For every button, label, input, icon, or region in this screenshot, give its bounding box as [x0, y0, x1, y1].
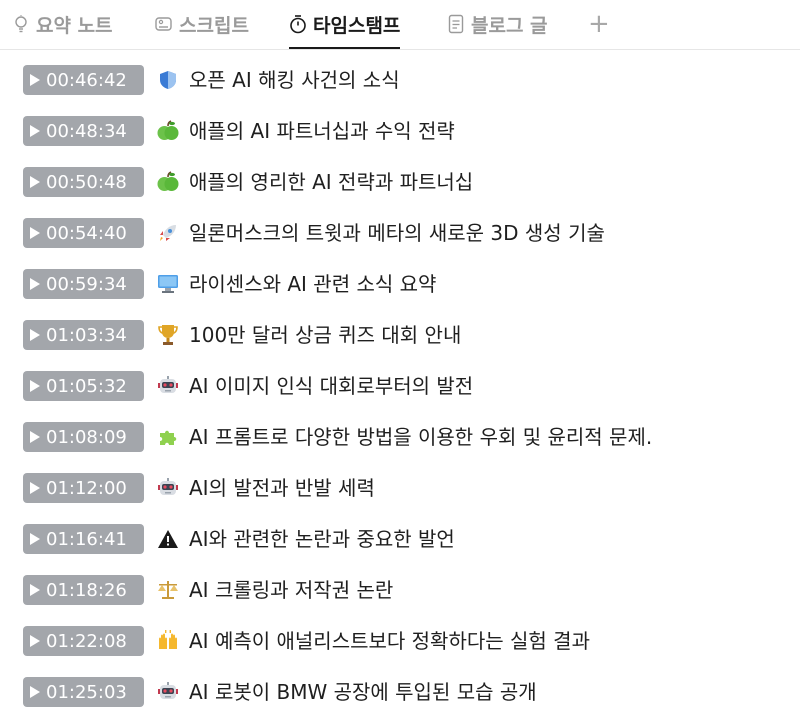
- tab-script[interactable]: 스크립트: [155, 8, 249, 40]
- timestamp-play-button[interactable]: 01:12:00: [23, 473, 144, 503]
- play-icon: [30, 278, 40, 290]
- play-icon: [30, 125, 40, 137]
- play-icon: [30, 380, 40, 392]
- timestamp-row: 01:05:32 AI 이미지 인식 대회로부터의 발전: [0, 368, 800, 404]
- timestamp-play-button[interactable]: 00:50:48: [23, 167, 144, 197]
- timestamp-play-button[interactable]: 00:54:40: [23, 218, 144, 248]
- timestamp-play-button[interactable]: 01:22:08: [23, 626, 144, 656]
- play-icon: [30, 329, 40, 341]
- timestamp-title: AI 예측이 애널리스트보다 정확하다는 실험 결과: [189, 629, 590, 653]
- timestamp-title: AI의 발전과 반발 세력: [189, 476, 375, 500]
- rocket-icon: [156, 221, 180, 245]
- add-tab-button[interactable]: +: [588, 8, 610, 40]
- timestamp-row: 01:03:34 100만 달러 상금 퀴즈 대회 안내: [0, 317, 800, 353]
- play-icon: [30, 74, 40, 86]
- green-apple-icon: [156, 119, 180, 143]
- timestamp-play-button[interactable]: 00:46:42: [23, 65, 144, 95]
- green-apple-icon: [156, 170, 180, 194]
- lightbulb-icon: [12, 14, 30, 34]
- timestamp-play-button[interactable]: 01:05:32: [23, 371, 144, 401]
- play-icon: [30, 227, 40, 239]
- play-icon: [30, 533, 40, 545]
- warning-icon: [156, 527, 180, 551]
- tab-label: 블로그 글: [471, 14, 548, 37]
- timestamp-title: AI와 관련한 논란과 중요한 발언: [189, 527, 455, 551]
- play-icon: [30, 431, 40, 443]
- timestamp-title: 100만 달러 상금 퀴즈 대회 안내: [189, 323, 462, 347]
- timestamp-time: 00:48:34: [46, 120, 127, 142]
- timestamp-title: AI 이미지 인식 대회로부터의 발전: [189, 374, 474, 398]
- timestamp-row: 00:54:40 일론머스크의 트윗과 메타의 새로운 3D 생성 기술: [0, 215, 800, 251]
- timestamp-title: AI 로봇이 BMW 공장에 투입된 모습 공개: [189, 680, 537, 704]
- timestamp-row: 01:16:41 AI와 관련한 논란과 중요한 발언: [0, 521, 800, 557]
- timestamp-row: 01:25:03 AI 로봇이 BMW 공장에 투입된 모습 공개: [0, 674, 800, 710]
- timestamp-row: 00:50:48 애플의 영리한 AI 전략과 파트너십: [0, 164, 800, 200]
- play-icon: [30, 482, 40, 494]
- timestamp-play-button[interactable]: 01:18:26: [23, 575, 144, 605]
- timestamp-play-button[interactable]: 01:25:03: [23, 677, 144, 707]
- timestamp-title: 애플의 영리한 AI 전략과 파트너십: [189, 170, 474, 194]
- timestamp-time: 01:03:34: [46, 324, 127, 346]
- timestamp-time: 01:12:00: [46, 477, 127, 499]
- tab-label: 타임스탬프: [313, 14, 401, 37]
- tab-label: 요약 노트: [36, 14, 113, 37]
- stopwatch-icon: [289, 14, 307, 34]
- timestamp-row: 01:22:08 AI 예측이 애널리스트보다 정확하다는 실험 결과: [0, 623, 800, 659]
- robot-icon: [156, 476, 180, 500]
- timestamp-play-button[interactable]: 01:16:41: [23, 524, 144, 554]
- timestamp-title: 오픈 AI 해킹 사건의 소식: [189, 68, 400, 92]
- trophy-icon: [156, 323, 180, 347]
- raising-hands-icon: [156, 629, 180, 653]
- timestamp-time: 01:05:32: [46, 375, 127, 397]
- timestamp-row: 00:48:34 애플의 AI 파트너십과 수익 전략: [0, 113, 800, 149]
- timestamp-row: 00:46:42 오픈 AI 해킹 사건의 소식: [0, 62, 800, 98]
- timestamp-title: 일론머스크의 트윗과 메타의 새로운 3D 생성 기술: [189, 221, 605, 245]
- play-icon: [30, 584, 40, 596]
- timestamp-title: AI 프롬트로 다양한 방법을 이용한 우회 및 윤리적 문제.: [189, 425, 653, 449]
- timestamp-row: 01:12:00 AI의 발전과 반발 세력: [0, 470, 800, 506]
- timestamp-time: 00:54:40: [46, 222, 127, 244]
- puzzle-piece-icon: [156, 425, 180, 449]
- tab-bar: 요약 노트 스크립트 타임스탬프 블로그 글 +: [0, 0, 800, 50]
- tab-label: 스크립트: [179, 14, 249, 37]
- shield-icon: [156, 68, 180, 92]
- play-icon: [30, 176, 40, 188]
- timestamp-title: 애플의 AI 파트너십과 수익 전략: [189, 119, 455, 143]
- timestamp-time: 00:50:48: [46, 171, 127, 193]
- timestamp-time: 01:25:03: [46, 681, 127, 703]
- timestamp-title: 라이센스와 AI 관련 소식 요약: [189, 272, 437, 296]
- timestamp-play-button[interactable]: 01:08:09: [23, 422, 144, 452]
- timestamp-play-button[interactable]: 00:48:34: [23, 116, 144, 146]
- timestamp-title: AI 크롤링과 저작권 논란: [189, 578, 394, 602]
- tab-blog-post[interactable]: 블로그 글: [447, 8, 548, 40]
- timestamp-time: 01:08:09: [46, 426, 127, 448]
- timestamp-time: 01:16:41: [46, 528, 127, 550]
- robot-icon: [156, 374, 180, 398]
- computer-monitor-icon: [156, 272, 180, 296]
- document-icon: [447, 14, 465, 34]
- timestamp-time: 00:59:34: [46, 273, 127, 295]
- timestamp-time: 01:18:26: [46, 579, 127, 601]
- tab-summary-note[interactable]: 요약 노트: [12, 8, 113, 40]
- timestamp-row: 01:08:09 AI 프롬트로 다양한 방법을 이용한 우회 및 윤리적 문제…: [0, 419, 800, 455]
- play-icon: [30, 686, 40, 698]
- play-icon: [30, 635, 40, 647]
- timestamp-row: 01:18:26 AI 크롤링과 저작권 논란: [0, 572, 800, 608]
- timestamp-time: 01:22:08: [46, 630, 127, 652]
- timestamp-play-button[interactable]: 00:59:34: [23, 269, 144, 299]
- script-icon: [155, 14, 173, 34]
- tab-timestamp[interactable]: 타임스탬프: [289, 8, 401, 49]
- timestamp-row: 00:59:34 라이센스와 AI 관련 소식 요약: [0, 266, 800, 302]
- balance-scale-icon: [156, 578, 180, 602]
- timestamp-play-button[interactable]: 01:03:34: [23, 320, 144, 350]
- timestamp-time: 00:46:42: [46, 69, 127, 91]
- robot-icon: [156, 680, 180, 704]
